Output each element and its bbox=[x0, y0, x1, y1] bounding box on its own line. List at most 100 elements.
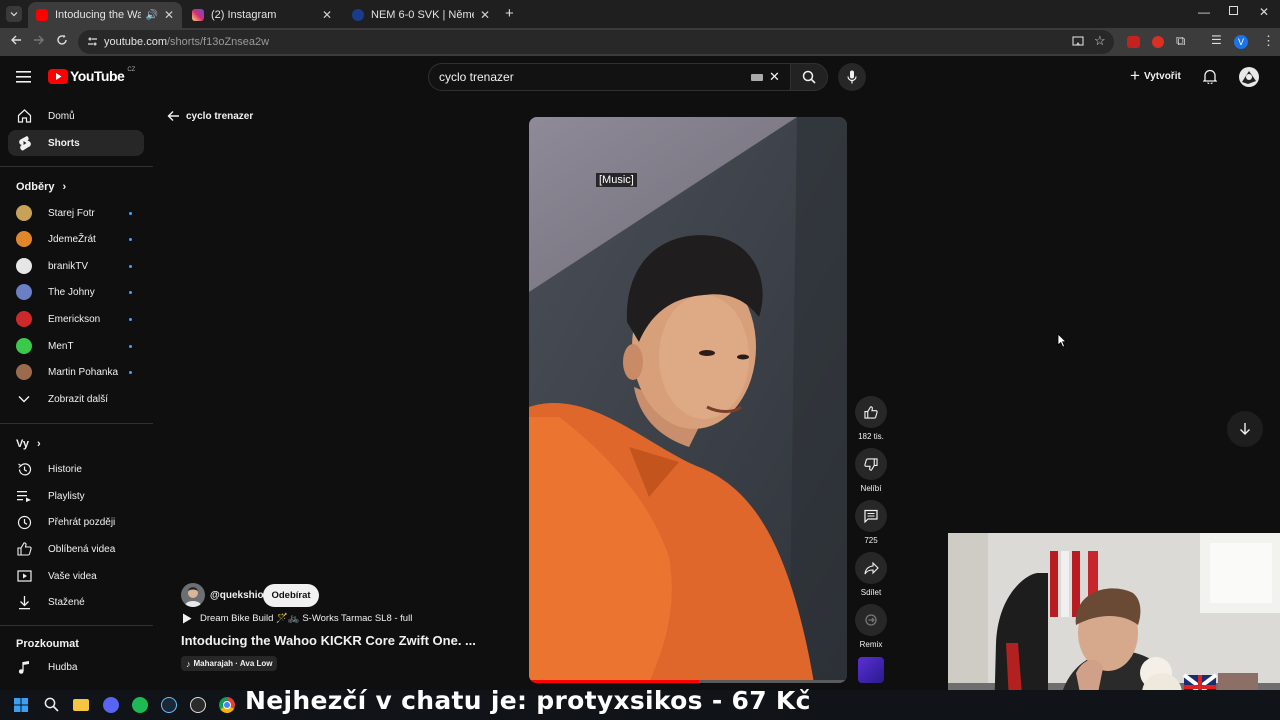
sidebar-divider bbox=[0, 423, 153, 424]
sidebar-item-shorts[interactable]: Shorts bbox=[8, 130, 144, 156]
close-tab-icon[interactable]: ✕ bbox=[480, 8, 490, 22]
you-heading[interactable]: Vy › bbox=[16, 438, 41, 450]
close-tab-icon[interactable]: ✕ bbox=[322, 8, 332, 22]
browser-menu-icon[interactable]: ⋮ bbox=[1262, 33, 1275, 49]
back-to-search-link[interactable]: cyclo trenazer bbox=[167, 110, 253, 122]
sidebar-item-liked[interactable]: Oblíbená videa bbox=[8, 536, 144, 562]
channel-handle[interactable]: @quekshio bbox=[210, 590, 264, 601]
bookmark-star-icon[interactable]: ☆ bbox=[1094, 33, 1106, 49]
show-more-button[interactable]: Zobrazit další bbox=[8, 386, 144, 412]
create-label: Vytvořit bbox=[1143, 70, 1181, 82]
close-tab-icon[interactable]: ✕ bbox=[164, 8, 174, 22]
sidebar-item-label: Hudba bbox=[48, 661, 78, 673]
thumbs-up-icon bbox=[864, 405, 878, 419]
channel-avatar bbox=[16, 364, 32, 380]
profile-avatar[interactable]: V bbox=[1234, 35, 1248, 49]
extension-icon[interactable] bbox=[1152, 36, 1164, 48]
notifications-bell-icon[interactable] bbox=[1202, 69, 1218, 89]
sidebar-item-subscription[interactable]: JdemeŽrát bbox=[8, 226, 144, 252]
new-tab-button[interactable]: + bbox=[505, 5, 514, 22]
sidebar-item-history[interactable]: Historie bbox=[8, 456, 144, 482]
extension-icon[interactable] bbox=[1127, 36, 1140, 48]
comment-icon bbox=[864, 509, 878, 523]
search-button[interactable] bbox=[790, 63, 828, 91]
share-label: Sdílet bbox=[860, 588, 882, 597]
video-icon bbox=[16, 568, 32, 584]
account-avatar[interactable] bbox=[1239, 67, 1259, 87]
minimize-button[interactable]: — bbox=[1198, 5, 1210, 19]
music-note-icon: ♪ bbox=[186, 658, 191, 669]
sidebar-item-home[interactable]: Domů bbox=[8, 103, 144, 129]
sidebar-item-subscription[interactable]: Emerickson bbox=[8, 306, 144, 332]
sound-thumbnail[interactable] bbox=[858, 657, 884, 683]
share-button[interactable]: Sdílet bbox=[855, 552, 887, 597]
new-content-dot bbox=[129, 370, 132, 374]
new-content-dot bbox=[129, 237, 132, 241]
url-path: /shorts/f13oZnsea2w bbox=[166, 36, 270, 48]
channel-avatar[interactable] bbox=[181, 583, 205, 607]
address-bar[interactable]: youtube.com/shorts/f13oZnsea2w ☆ bbox=[78, 30, 1114, 54]
subscriptions-heading[interactable]: Odběry › bbox=[16, 181, 66, 193]
sidebar-item-subscription[interactable]: Starej Fotr bbox=[8, 200, 144, 226]
sidebar-item-downloads[interactable]: Stažené bbox=[8, 589, 144, 615]
hamburger-menu-icon[interactable] bbox=[16, 70, 31, 88]
voice-search-button[interactable] bbox=[838, 63, 866, 91]
sound-chip[interactable]: ♪ Maharajah · Ava Low bbox=[181, 656, 278, 671]
remix-icon bbox=[865, 614, 877, 626]
sidebar-item-subscription[interactable]: The Johny bbox=[8, 279, 144, 305]
new-content-dot bbox=[129, 344, 132, 348]
channel-avatar bbox=[16, 311, 32, 327]
sidebar-item-subscription[interactable]: Martin Pohanka bbox=[8, 359, 144, 385]
playlist-link[interactable]: Dream Bike Build 🪄🚲 S-Works Tarmac SL8 -… bbox=[182, 613, 412, 624]
search-input[interactable]: cyclo trenazer ✕ bbox=[428, 63, 791, 91]
youtube-region-code: CZ bbox=[127, 67, 136, 73]
chevron-down-icon bbox=[16, 391, 32, 407]
video-title[interactable]: Intoducing the Wahoo KICKR Core Zwift On… bbox=[181, 633, 476, 648]
clear-search-icon[interactable]: ✕ bbox=[769, 69, 780, 85]
speaker-icon[interactable]: 🔊 bbox=[145, 10, 157, 21]
sidebar-item-subscription[interactable]: MenT bbox=[8, 333, 144, 359]
close-window-button[interactable]: ✕ bbox=[1259, 5, 1269, 19]
like-button[interactable]: 182 tis. bbox=[855, 396, 887, 441]
site-info-icon[interactable] bbox=[87, 36, 98, 50]
maximize-button[interactable] bbox=[1229, 6, 1238, 15]
explore-heading: Prozkoumat bbox=[16, 638, 79, 650]
chrome-icon[interactable] bbox=[219, 697, 235, 713]
tab-football[interactable]: NEM 6-0 SVK | Německo - Slov ✕ bbox=[344, 2, 498, 28]
tab-youtube[interactable]: Intoducing the Wahoo KICKR 🔊 ✕ bbox=[28, 2, 182, 28]
dislike-button[interactable]: Nelíbí bbox=[855, 448, 887, 493]
windows-start-icon[interactable] bbox=[14, 698, 28, 717]
reload-icon[interactable] bbox=[56, 34, 68, 49]
youtube-logo[interactable]: YouTube CZ bbox=[48, 67, 136, 84]
media-control-icon[interactable]: ☰ bbox=[1211, 33, 1222, 47]
spotify-icon[interactable] bbox=[132, 697, 148, 713]
steam-icon[interactable] bbox=[161, 697, 177, 713]
sidebar-item-subscription[interactable]: branikTV bbox=[8, 253, 144, 279]
sidebar-item-playlists[interactable]: Playlisty bbox=[8, 483, 144, 509]
file-explorer-icon[interactable] bbox=[73, 699, 89, 711]
forward-arrow-icon[interactable] bbox=[33, 34, 45, 49]
taskbar-search-icon[interactable] bbox=[44, 697, 59, 717]
comments-button[interactable]: 725 bbox=[855, 500, 887, 545]
discord-icon[interactable] bbox=[103, 697, 119, 713]
short-video-player[interactable]: [Music] bbox=[529, 117, 847, 683]
puzzle-extensions-icon[interactable]: ⧉ bbox=[1176, 33, 1185, 49]
sidebar-item-label: Martin Pohanka bbox=[48, 366, 119, 378]
remix-button[interactable]: Remix bbox=[855, 604, 887, 649]
sidebar-divider bbox=[0, 625, 153, 626]
create-button[interactable]: + Vytvořit bbox=[1130, 67, 1181, 84]
tab-title: NEM 6-0 SVK | Německo - Slov bbox=[371, 9, 474, 21]
tab-instagram[interactable]: (2) Instagram ✕ bbox=[184, 2, 340, 28]
sidebar-item-watch-later[interactable]: Přehrát později bbox=[8, 509, 144, 535]
home-icon bbox=[16, 108, 32, 124]
obs-icon[interactable] bbox=[190, 697, 206, 713]
sidebar-item-music[interactable]: Hudba bbox=[8, 654, 144, 680]
sidebar-item-your-videos[interactable]: Vaše videa bbox=[8, 563, 144, 589]
next-video-button[interactable] bbox=[1227, 411, 1263, 447]
channel-avatar bbox=[16, 258, 32, 274]
cast-icon[interactable] bbox=[1072, 35, 1084, 50]
back-arrow-icon[interactable] bbox=[10, 34, 22, 49]
keyboard-icon[interactable] bbox=[751, 74, 763, 81]
subscribe-button[interactable]: Odebírat bbox=[263, 584, 319, 607]
tab-search-icon[interactable] bbox=[6, 6, 22, 22]
